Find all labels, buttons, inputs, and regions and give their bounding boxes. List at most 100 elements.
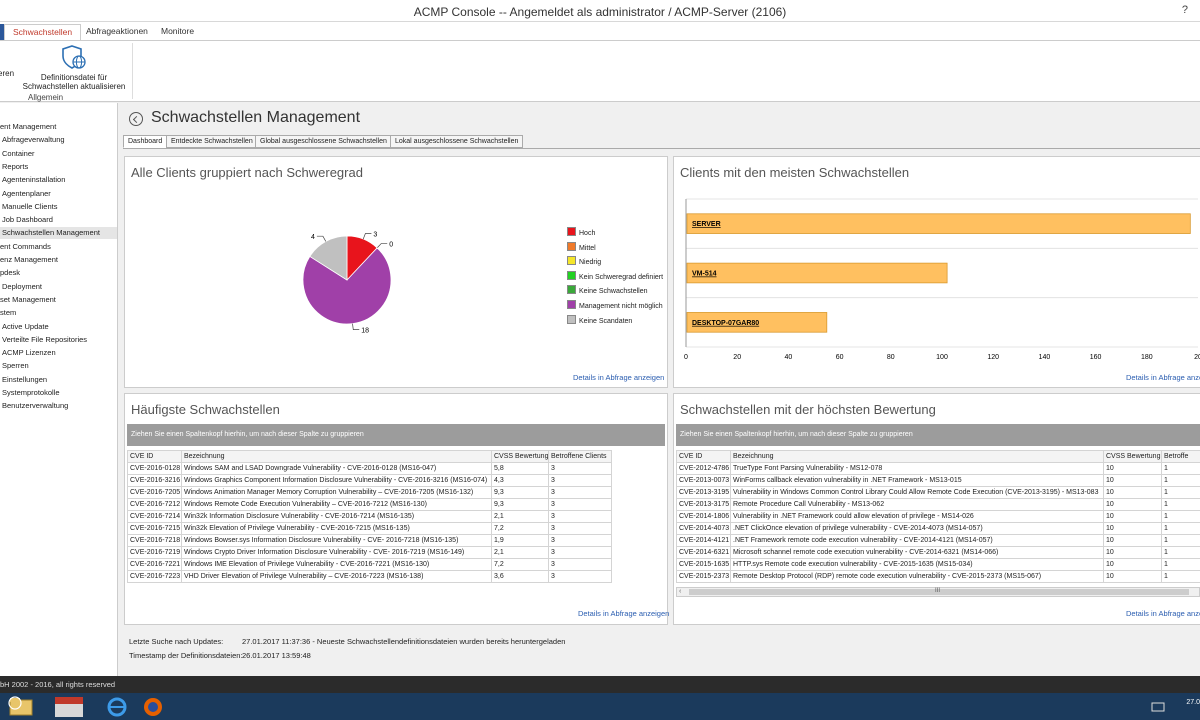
back-arrow-icon[interactable]: [129, 112, 143, 126]
scroll-thumb[interactable]: III: [689, 588, 1189, 595]
ribbon-tab-abfrageaktionen[interactable]: Abfrageaktionen: [78, 24, 156, 40]
sidebar-item[interactable]: Sperren: [0, 360, 117, 372]
sidebar-item[interactable]: Verteilte File Repositories: [0, 334, 117, 346]
table-row[interactable]: CVE-2014-1806 Vulnerability in .NET Frame…: [676, 510, 1200, 523]
help-button[interactable]: ?: [1182, 4, 1188, 16]
table-row[interactable]: CVE-2016-3216 Windows Graphics Component …: [127, 474, 612, 487]
sidebar-item[interactable]: Agenteninstallation: [0, 174, 117, 186]
tab-lokal-ausgeschlossen[interactable]: Lokal ausgeschlossene Schwachstellen: [390, 135, 524, 148]
ribbon-left-partial-label[interactable]: eren: [0, 69, 14, 78]
column-header[interactable]: CVSS Bewertung: [1103, 450, 1162, 463]
bar-category-label[interactable]: SERVER: [692, 221, 721, 228]
sidebar-item[interactable]: Container: [0, 148, 117, 160]
table-row[interactable]: CVE-2016-0128 Windows SAM and LSAD Downgr…: [127, 462, 612, 475]
column-header[interactable]: Bezeichnung: [181, 450, 492, 463]
pie-value-label: 3: [373, 232, 377, 239]
system-clock[interactable]: 27.0: [1186, 699, 1200, 706]
sidebar-item[interactable]: ent Management: [0, 121, 117, 133]
ribbon-tab-schwachstellen[interactable]: Schwachstellen: [4, 24, 82, 40]
bar-category-label[interactable]: VM-514: [692, 271, 717, 278]
tab-entdeckte-schwachstellen[interactable]: Entdeckte Schwachstellen: [166, 135, 258, 148]
table-row[interactable]: CVE-2014-6321 Microsoft schannel remote c…: [676, 546, 1200, 559]
table-cell: CVE-2012-4786: [676, 462, 731, 475]
column-header[interactable]: CVE ID: [676, 450, 731, 463]
legend-item: Hoch: [567, 227, 595, 237]
table-row[interactable]: CVE-2016-7212 Windows Remote Code Executi…: [127, 498, 612, 511]
table-row[interactable]: CVE-2016-7219 Windows Crypto Driver Infor…: [127, 546, 612, 559]
column-header[interactable]: Betroffene Clients: [548, 450, 612, 463]
table-row[interactable]: CVE-2016-7221 Windows IME Elevation of Pr…: [127, 558, 612, 571]
acmp-app-icon[interactable]: [52, 694, 86, 719]
tab-dashboard[interactable]: Dashboard: [123, 135, 168, 148]
pie-details-link[interactable]: Details in Abfrage anzeigen: [573, 373, 664, 382]
scroll-left-arrow-icon[interactable]: ‹: [679, 588, 681, 596]
column-header[interactable]: Bezeichnung: [730, 450, 1104, 463]
column-header[interactable]: CVE ID: [127, 450, 182, 463]
table-row[interactable]: CVE-2015-1635 HTTP.sys Remote code execut…: [676, 558, 1200, 571]
table-row[interactable]: CVE-2013-3195 Vulnerability in Windows Co…: [676, 486, 1200, 499]
table-cell: Windows Bowser.sys Information Disclosur…: [181, 534, 492, 547]
panel-title: Alle Clients gruppiert nach Schweregrad: [131, 165, 363, 180]
group-by-hint[interactable]: Ziehen Sie einen Spaltenkopf hierhin, um…: [127, 424, 665, 446]
tab-global-ausgeschlossen[interactable]: Global ausgeschlossene Schwachstellen: [255, 135, 392, 148]
table-cell: CVE-2016-7212: [127, 498, 182, 511]
table-cell: CVE-2014-4073: [676, 522, 731, 535]
bar-x-tick-label: 160: [1090, 354, 1102, 361]
frequent-details-link[interactable]: Details in Abfrage anzeigen: [578, 609, 669, 618]
table-row[interactable]: CVE-2013-0073 WinForms callback elevation…: [676, 474, 1200, 487]
table-row[interactable]: CVE-2016-7214 Win32k Information Disclosu…: [127, 510, 612, 523]
table-row[interactable]: CVE-2013-3175 Remote Procedure Call Vulne…: [676, 498, 1200, 511]
table-cell: 10: [1103, 558, 1162, 571]
panel-title: Schwachstellen mit der höchsten Bewertun…: [680, 402, 936, 417]
table-row[interactable]: CVE-2016-7218 Windows Bowser.sys Informat…: [127, 534, 612, 547]
column-header[interactable]: CVSS Bewertung: [491, 450, 549, 463]
firefox-icon[interactable]: [136, 694, 170, 719]
bar-mark[interactable]: [686, 262, 948, 284]
file-explorer-icon[interactable]: [4, 694, 38, 719]
bar-details-link[interactable]: Details in Abfrage anzeigen: [1126, 373, 1200, 382]
bar-category-label[interactable]: DESKTOP-07GAR80: [692, 320, 759, 327]
horizontal-scrollbar[interactable]: ‹ III: [676, 587, 1200, 597]
sidebar-item[interactable]: Job Dashboard: [0, 214, 117, 226]
sidebar-item[interactable]: Abfrageverwaltung: [0, 134, 117, 146]
table-row[interactable]: CVE-2014-4073 .NET ClickOnce elevation of…: [676, 522, 1200, 535]
table-cell: 5,8: [491, 462, 549, 475]
table-cell: 1: [1161, 510, 1200, 523]
sidebar-item[interactable]: ent Commands: [0, 241, 117, 253]
sidebar-item[interactable]: ACMP Lizenzen: [0, 347, 117, 359]
internet-explorer-icon[interactable]: [100, 694, 134, 719]
network-tray-icon[interactable]: [1148, 694, 1168, 719]
sidebar-item[interactable]: Systemprotokolle: [0, 387, 117, 399]
highest-details-link[interactable]: Details in Abfrage anzeigen: [1126, 609, 1200, 618]
table-row[interactable]: CVE-2016-7215 Win32k Elevation of Privile…: [127, 522, 612, 535]
status-bar: bH 2002 - 2016, all rights reserved: [0, 676, 1200, 693]
table-cell: Remote Desktop Protocol (RDP) remote cod…: [730, 570, 1104, 583]
sidebar-item[interactable]: Schwachstellen Management: [0, 227, 117, 240]
pie-callout-line: [362, 233, 372, 240]
table-cell: 10: [1103, 462, 1162, 475]
sidebar-item[interactable]: Benutzerverwaltung: [0, 400, 117, 412]
table-row[interactable]: CVE-2016-7223 VHD Driver Elevation of Pri…: [127, 570, 612, 583]
ribbon-tab-monitore[interactable]: Monitore: [153, 24, 202, 40]
sidebar-item[interactable]: Manuelle Clients: [0, 201, 117, 213]
table-row[interactable]: CVE-2016-7205 Windows Animation Manager M…: [127, 486, 612, 499]
update-definitions-button[interactable]: Definitionsdatei für Schwachstellen aktu…: [22, 45, 126, 91]
table-row[interactable]: CVE-2012-4786 TrueType Font Parsing Vulne…: [676, 462, 1200, 475]
column-header[interactable]: Betroffe: [1161, 450, 1200, 463]
sidebar-item[interactable]: stem: [0, 307, 117, 319]
table-row[interactable]: CVE-2015-2373 Remote Desktop Protocol (RD…: [676, 570, 1200, 583]
table-cell: 1: [1161, 486, 1200, 499]
legend-item: Keine Scandaten: [567, 314, 632, 325]
sidebar-item[interactable]: enz Management: [0, 254, 117, 266]
table-cell: VHD Driver Elevation of Privilege Vulner…: [181, 570, 492, 583]
sidebar-item[interactable]: Active Update: [0, 321, 117, 333]
sidebar-item[interactable]: Agentenplaner: [0, 188, 117, 200]
bar-mark[interactable]: [686, 213, 1191, 234]
sidebar-item[interactable]: Reports: [0, 161, 117, 173]
sidebar-item[interactable]: Deployment: [0, 281, 117, 293]
sidebar-item[interactable]: set Management: [0, 294, 117, 306]
sidebar-item[interactable]: Einstellungen: [0, 374, 117, 386]
group-by-hint[interactable]: Ziehen Sie einen Spaltenkopf hierhin, um…: [676, 424, 1200, 446]
sidebar-item[interactable]: pdesk: [0, 267, 117, 279]
table-row[interactable]: CVE-2014-4121 .NET Framework remote code …: [676, 534, 1200, 547]
